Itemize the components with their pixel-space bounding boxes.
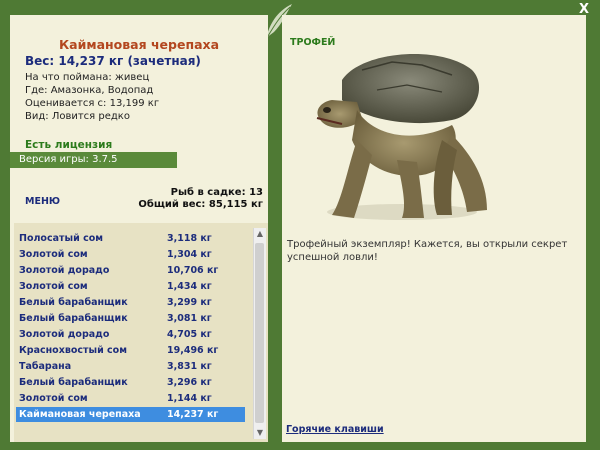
list-item-name: Белый барабанщик <box>19 377 128 388</box>
list-item[interactable]: Белый барабанщик 3,299 кг <box>16 295 245 310</box>
list-item-weight: 14,237 кг <box>167 409 219 420</box>
list-item[interactable]: Полосатый сом 3,118 кг <box>16 231 245 246</box>
list-item[interactable]: Белый барабанщик 3,296 кг <box>16 375 245 390</box>
scroll-thumb[interactable] <box>255 243 264 423</box>
trophy-panel: ТРОФЕЙ Трофейный экземпляр! Кажется, вы … <box>282 15 586 442</box>
license-status: Есть лицензия <box>25 139 113 151</box>
fish-weight: Вес: 14,237 кг (зачетная) <box>25 54 201 68</box>
list-item-name: Золотой дорадо <box>19 265 110 276</box>
list-item-name: Каймановая черепаха <box>19 409 141 420</box>
list-item-name: Золотой дорадо <box>19 329 110 340</box>
list-item-name: Белый барабанщик <box>19 297 128 308</box>
list-item[interactable]: Золотой дорадо 4,705 кг <box>16 327 245 342</box>
turtle-image <box>316 53 487 220</box>
fish-bait: На что поймана: живец <box>25 72 150 83</box>
list-item-weight: 3,296 кг <box>167 377 212 388</box>
list-item[interactable]: Краснохвостый сом 19,496 кг <box>16 343 245 358</box>
scroll-down-icon[interactable]: ▼ <box>254 427 266 439</box>
list-item-name: Белый барабанщик <box>19 313 128 324</box>
list-item[interactable]: Каймановая черепаха 14,237 кг <box>16 407 245 422</box>
hotkeys-link[interactable]: Горячие клавиши <box>286 424 384 435</box>
list-item[interactable]: Золотой дорадо 10,706 кг <box>16 263 245 278</box>
catch-total-weight: Общий вес: 85,115 кг <box>138 199 263 210</box>
list-item-name: Полосатый сом <box>19 233 103 244</box>
version-bar: Версия игры: 3.7.5 <box>10 152 177 168</box>
list-item-weight: 3,299 кг <box>167 297 212 308</box>
list-item[interactable]: Золотой сом 1,144 кг <box>16 391 245 406</box>
list-item-weight: 4,705 кг <box>167 329 212 340</box>
list-item-name: Золотой сом <box>19 249 88 260</box>
fish-location: Где: Амазонка, Водопад <box>25 85 154 96</box>
list-item[interactable]: Золотой сом 1,434 кг <box>16 279 245 294</box>
fish-title: Каймановая черепаха <box>58 37 220 52</box>
list-scrollbar[interactable]: ▲ ▼ <box>253 228 266 439</box>
list-item-weight: 1,434 кг <box>167 281 212 292</box>
list-item-weight: 1,144 кг <box>167 393 212 404</box>
scroll-up-icon[interactable]: ▲ <box>254 228 266 240</box>
list-item-weight: 3,118 кг <box>167 233 212 244</box>
catch-count: Рыб в садке: 13 <box>170 187 263 198</box>
list-item-name: Золотой сом <box>19 393 88 404</box>
list-item-weight: 10,706 кг <box>167 265 219 276</box>
fish-value: Оценивается с: 13,199 кг <box>25 98 160 109</box>
menu-button[interactable]: МЕНЮ <box>25 196 60 207</box>
list-item-name: Табарана <box>19 361 72 372</box>
list-item[interactable]: Белый барабанщик 3,081 кг <box>16 311 245 326</box>
fish-details-panel: Каймановая черепаха Вес: 14,237 кг (заче… <box>10 15 268 442</box>
catch-list: Полосатый сом 3,118 кг Золотой сом 1,304 кг… <box>14 223 268 442</box>
list-item-weight: 19,496 кг <box>167 345 219 356</box>
list-item-weight: 3,831 кг <box>167 361 212 372</box>
catch-stats: Рыб в садке: 13 Общий вес: 85,115 кг <box>138 187 263 211</box>
list-item-weight: 3,081 кг <box>167 313 212 324</box>
list-item-name: Золотой сом <box>19 281 88 292</box>
list-item[interactable]: Золотой сом 1,304 кг <box>16 247 245 262</box>
trophy-message: Трофейный экземпляр! Кажется, вы открыли… <box>287 239 568 263</box>
fish-rarity: Вид: Ловится редко <box>25 111 130 122</box>
list-item-weight: 1,304 кг <box>167 249 212 260</box>
list-item-name: Краснохвостый сом <box>19 345 127 356</box>
list-item[interactable]: Табарана 3,831 кг <box>16 359 245 374</box>
